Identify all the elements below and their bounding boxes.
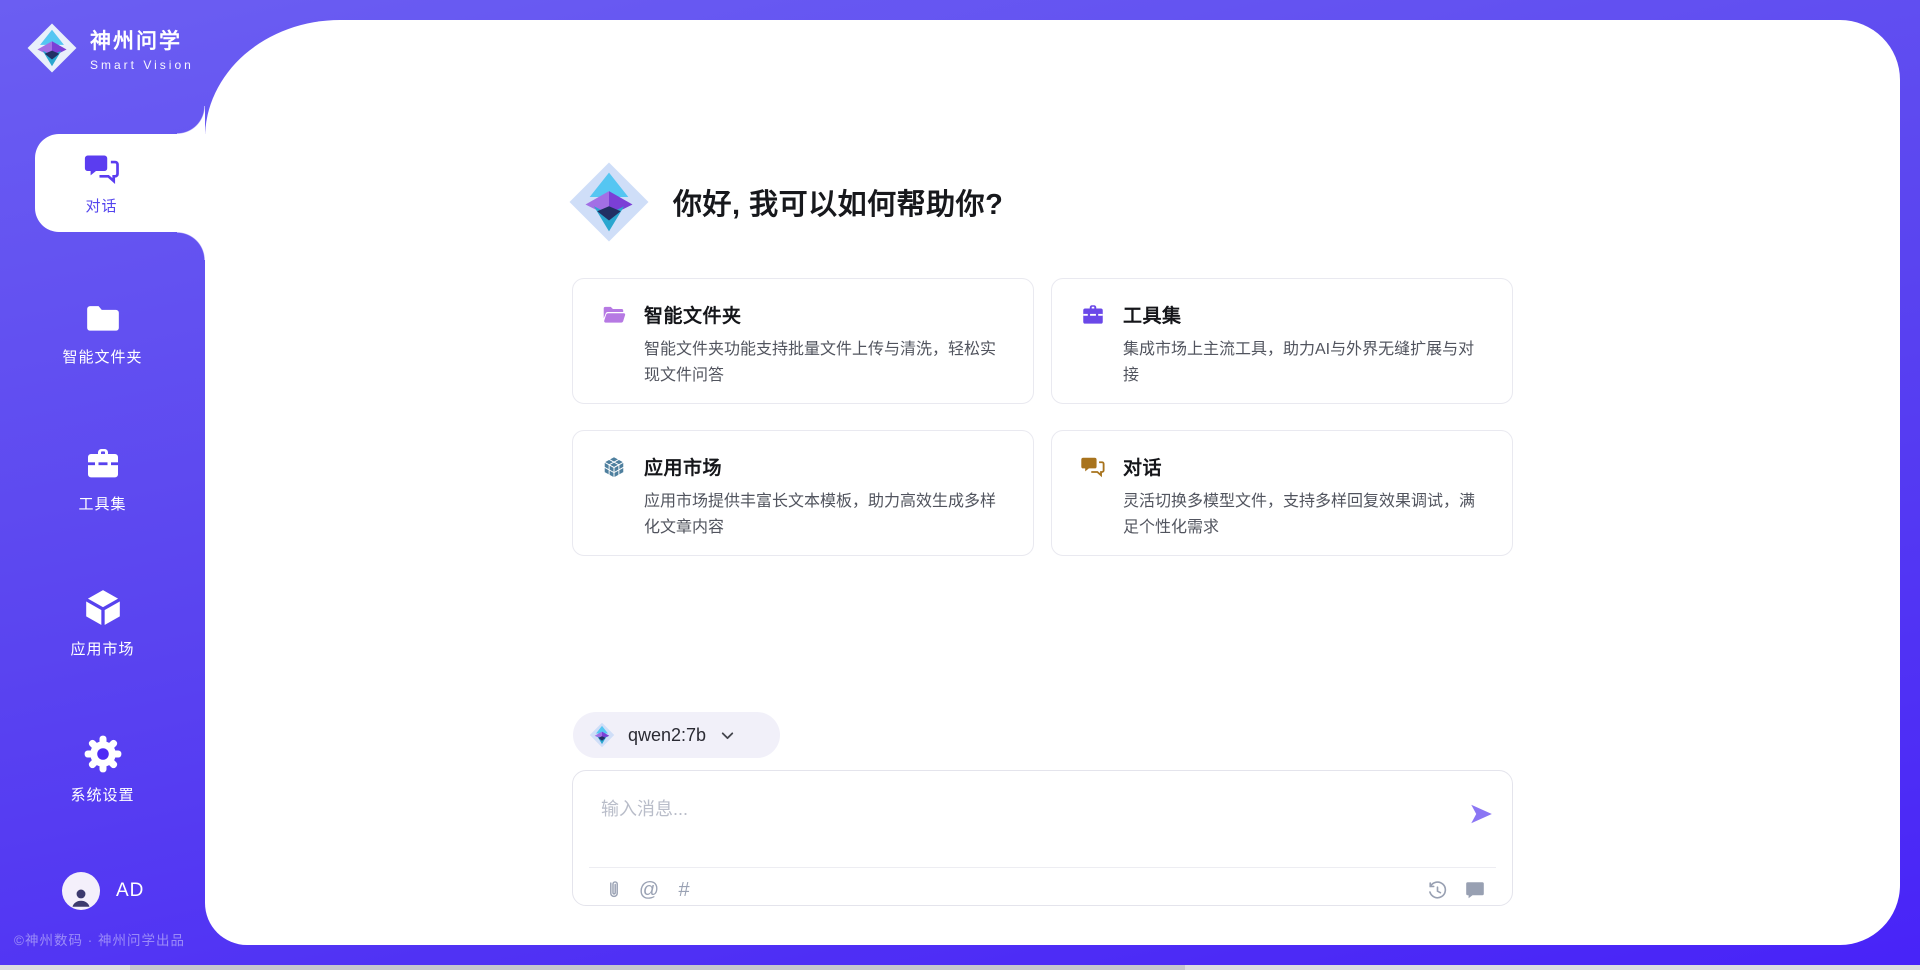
attachment-icon[interactable] xyxy=(601,877,627,903)
cube-icon xyxy=(601,454,627,480)
model-logo-icon xyxy=(589,722,615,748)
message-icon[interactable] xyxy=(1462,877,1488,903)
sidebar-item-smart-folder[interactable]: 智能文件夹 xyxy=(0,287,205,379)
model-name: qwen2:7b xyxy=(628,725,706,746)
cube-icon xyxy=(82,587,124,629)
user-name: AD xyxy=(116,880,144,902)
card-title: 对话 xyxy=(1123,453,1162,480)
composer-divider xyxy=(589,867,1496,868)
chat-icon xyxy=(1080,454,1106,480)
sidebar-item-label: 工具集 xyxy=(78,493,126,514)
folder-icon xyxy=(81,299,125,337)
message-composer: @ # xyxy=(572,770,1513,906)
card-title: 工具集 xyxy=(1123,301,1182,328)
card-title: 应用市场 xyxy=(644,453,722,480)
avatar xyxy=(62,872,100,910)
card-app-market[interactable]: 应用市场 应用市场提供丰富长文本模板，助力高效生成多样化文章内容 xyxy=(572,430,1034,556)
tab-fillet-top xyxy=(177,106,205,134)
card-chat[interactable]: 对话 灵活切换多模型文件，支持多样回复效果调试，满足个性化需求 xyxy=(1051,430,1513,556)
card-title: 智能文件夹 xyxy=(644,301,742,328)
card-toolset[interactable]: 工具集 集成市场上主流工具，助力AI与外界无缝扩展与对接 xyxy=(1051,278,1513,404)
horizontal-scrollbar-thumb[interactable] xyxy=(130,965,1185,970)
tab-fillet-bottom xyxy=(177,232,205,260)
history-icon[interactable] xyxy=(1424,877,1450,903)
sidebar-item-app-market[interactable]: 应用市场 xyxy=(0,577,205,669)
sidebar-item-chat[interactable]: 对话 xyxy=(35,134,210,232)
card-description: 集成市场上主流工具，助力AI与外界无缝扩展与对接 xyxy=(1123,337,1486,389)
user-profile[interactable]: AD xyxy=(62,872,144,910)
main-content-panel: 你好, 我可以如何帮助你? 智能文件夹 智能文件夹功能支持批量文件上传与清洗，轻… xyxy=(205,20,1900,945)
card-description: 应用市场提供丰富长文本模板，助力高效生成多样化文章内容 xyxy=(644,489,1007,541)
gear-icon xyxy=(82,733,124,775)
greeting-title: 你好, 我可以如何帮助你? xyxy=(673,181,1003,223)
sidebar-item-label: 智能文件夹 xyxy=(62,346,142,367)
sidebar-footer: ©神州数码 · 神州问学出品 xyxy=(14,929,185,949)
app-window: 你好, 我可以如何帮助你? 智能文件夹 智能文件夹功能支持批量文件上传与清洗，轻… xyxy=(0,0,1920,970)
feature-cards-grid: 智能文件夹 智能文件夹功能支持批量文件上传与清洗，轻松实现文件问答 工具集 xyxy=(572,278,1513,556)
folder-open-icon xyxy=(601,302,627,328)
brand-logo: 神州问学 Smart Vision xyxy=(26,22,194,74)
toolbox-icon xyxy=(1080,302,1106,328)
toolbox-icon xyxy=(82,444,124,484)
card-description: 智能文件夹功能支持批量文件上传与清洗，轻松实现文件问答 xyxy=(644,337,1007,389)
message-input[interactable] xyxy=(601,789,1441,829)
composer-toolbar: @ # xyxy=(601,877,1488,903)
sidebar-item-toolset[interactable]: 工具集 xyxy=(0,433,205,525)
mention-icon[interactable]: @ xyxy=(636,877,662,903)
greeting-block: 你好, 我可以如何帮助你? xyxy=(567,160,1003,244)
sidebar-item-label: 应用市场 xyxy=(70,638,134,659)
card-description: 灵活切换多模型文件，支持多样回复效果调试，满足个性化需求 xyxy=(1123,489,1486,541)
brand-diamond-icon xyxy=(567,160,651,244)
chat-icon xyxy=(81,150,123,188)
diamond-logo-icon xyxy=(26,22,78,74)
model-selector[interactable]: qwen2:7b xyxy=(573,712,780,758)
sidebar-item-settings[interactable]: 系统设置 xyxy=(0,723,205,815)
sidebar-item-label: 对话 xyxy=(85,195,117,216)
brand-subtitle: Smart Vision xyxy=(90,58,194,72)
send-icon[interactable] xyxy=(1468,801,1494,827)
sidebar-item-label: 系统设置 xyxy=(70,784,134,805)
horizontal-scrollbar[interactable] xyxy=(0,965,1920,970)
chevron-down-icon xyxy=(719,727,736,744)
hash-icon[interactable]: # xyxy=(671,877,697,903)
card-smart-folder[interactable]: 智能文件夹 智能文件夹功能支持批量文件上传与清洗，轻松实现文件问答 xyxy=(572,278,1034,404)
brand-name: 神州问学 xyxy=(90,25,194,55)
